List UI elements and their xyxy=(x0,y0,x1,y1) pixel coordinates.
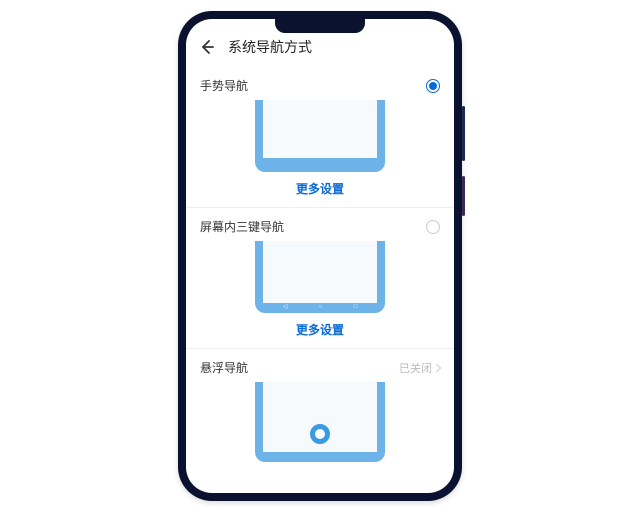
option-label: 手势导航 xyxy=(200,77,248,94)
option-floating[interactable]: 悬浮导航 已关闭 xyxy=(186,348,454,474)
option-label: 悬浮导航 xyxy=(200,359,248,376)
radio-gesture[interactable] xyxy=(426,79,440,93)
notch xyxy=(275,19,365,33)
phone-frame: 系统导航方式 手势导航 更多设置 屏幕内三键导航 xyxy=(178,11,462,501)
preview-gesture xyxy=(255,100,385,172)
volume-button xyxy=(462,106,465,161)
status-text: 已关闭 xyxy=(399,360,440,376)
floating-dot-icon xyxy=(310,424,330,444)
chevron-right-icon xyxy=(433,363,441,371)
screen: 系统导航方式 手势导航 更多设置 屏幕内三键导航 xyxy=(186,19,454,493)
radio-threekey[interactable] xyxy=(426,220,440,234)
preview-threekey: ◁○□ xyxy=(255,241,385,313)
content: 手势导航 更多设置 屏幕内三键导航 ◁○□ xyxy=(186,67,454,493)
option-threekey[interactable]: 屏幕内三键导航 ◁○□ 更多设置 xyxy=(186,207,454,348)
more-settings-threekey[interactable]: 更多设置 xyxy=(200,317,440,340)
page-title: 系统导航方式 xyxy=(228,37,312,57)
preview-floating xyxy=(255,382,385,462)
option-gesture[interactable]: 手势导航 更多设置 xyxy=(186,67,454,207)
nav-keys-icon: ◁○□ xyxy=(267,303,373,311)
back-icon[interactable] xyxy=(198,38,216,56)
status-value: 已关闭 xyxy=(399,360,432,376)
power-button xyxy=(462,176,465,216)
option-label: 屏幕内三键导航 xyxy=(200,218,284,235)
more-settings-gesture[interactable]: 更多设置 xyxy=(200,176,440,199)
